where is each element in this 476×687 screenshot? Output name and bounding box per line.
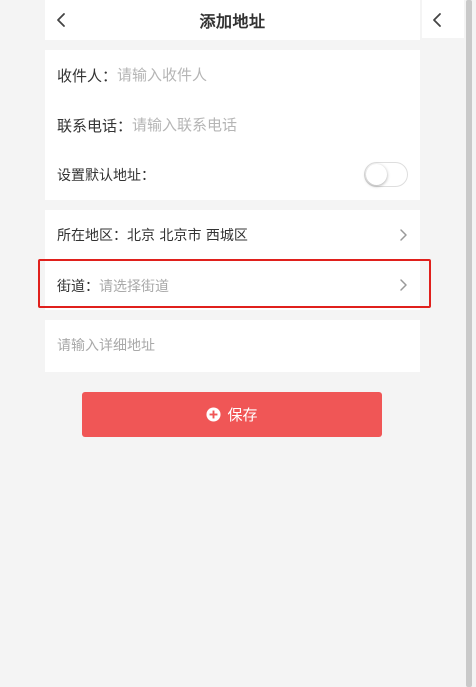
- region-card: 所在地区： 北京 北京市 西城区 街道： 请选择街道: [45, 210, 420, 310]
- receiver-label: 收件人：: [57, 66, 118, 85]
- contact-card: 收件人： 联系电话： 设置默认地址：: [45, 50, 420, 200]
- save-button[interactable]: 保存: [82, 392, 382, 437]
- street-placeholder: 请选择街道: [99, 278, 169, 295]
- save-button-label: 保存: [227, 406, 258, 424]
- street-row[interactable]: 街道： 请选择街道: [45, 261, 420, 310]
- toggle-knob: [366, 164, 387, 185]
- detail-card: [45, 320, 420, 372]
- default-address-toggle[interactable]: [364, 162, 408, 187]
- phone-row: 联系电话：: [45, 100, 420, 150]
- chevron-right-icon: [400, 229, 407, 241]
- region-label: 所在地区：: [57, 228, 127, 244]
- top-nav-bar: 添加地址: [45, 0, 420, 40]
- default-address-row: 设置默认地址：: [45, 150, 420, 200]
- receiver-row: 收件人：: [45, 50, 420, 100]
- region-row[interactable]: 所在地区： 北京 北京市 西城区: [45, 210, 420, 260]
- plus-circle-icon: [206, 407, 222, 422]
- detail-row: [45, 320, 420, 372]
- default-address-label: 设置默认地址：: [57, 168, 155, 184]
- scrollbar[interactable]: [466, 0, 472, 687]
- page-title: 添加地址: [199, 12, 266, 31]
- side-panel-header: [422, 0, 464, 38]
- receiver-input[interactable]: [117, 66, 348, 84]
- phone-input[interactable]: [132, 116, 363, 134]
- phone-label: 联系电话：: [57, 116, 133, 135]
- street-label: 街道：: [57, 278, 99, 295]
- region-value: 北京 北京市 西城区: [127, 228, 248, 244]
- chevron-right-icon: [400, 279, 407, 291]
- detail-address-input[interactable]: [57, 338, 397, 354]
- chevron-left-icon[interactable]: [430, 12, 444, 28]
